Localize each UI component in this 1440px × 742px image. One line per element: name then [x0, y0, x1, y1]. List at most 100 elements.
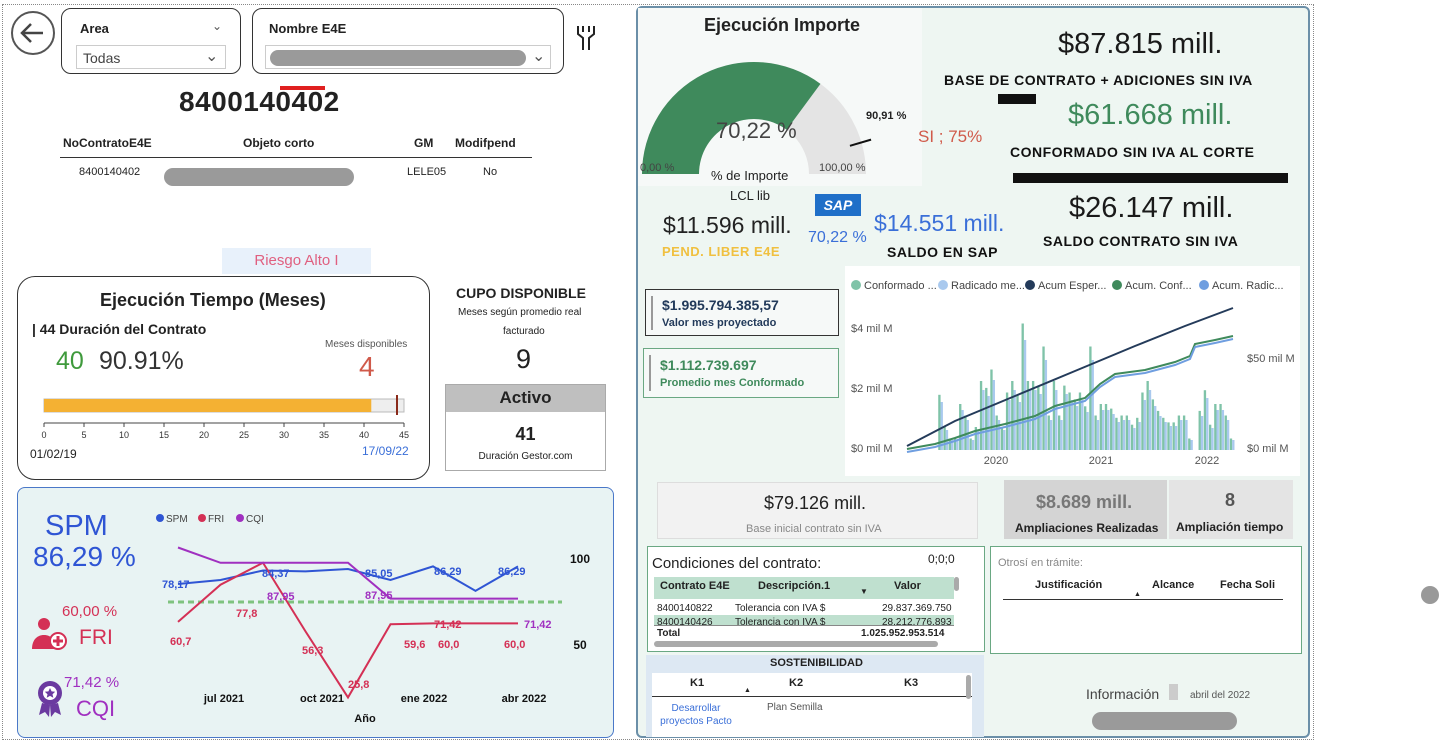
otrosi-col-1: Alcance	[1152, 579, 1195, 591]
ampliacion-tiempo: 8	[1225, 490, 1236, 510]
gauge-min: 0,00 %	[640, 162, 675, 174]
bar-conformado	[1219, 404, 1222, 450]
bar-conformado	[979, 381, 983, 450]
scale-tick-label: 30	[279, 430, 289, 440]
area-dropdown[interactable]: Todas ⌄	[76, 45, 226, 69]
cond-row0-c2: 29.837.369.750	[882, 603, 952, 614]
legend-label: Conformado ...	[864, 280, 937, 292]
nombre-filter[interactable]: Nombre E4E ⌄	[252, 8, 564, 74]
cupo-value: 9	[516, 344, 532, 374]
bar-radicado	[1023, 340, 1027, 450]
red-underline	[280, 86, 325, 90]
data-label: 85,05	[365, 568, 393, 580]
bar-conformado	[1151, 399, 1155, 450]
redacted-objeto	[164, 168, 354, 186]
sort-icon[interactable]: ▲	[744, 687, 751, 694]
bar-conformado	[1094, 415, 1097, 450]
conformado: $61.668 mill.	[1068, 99, 1233, 131]
bar-conformado	[1188, 438, 1191, 450]
bar-conformado	[1182, 415, 1186, 450]
sost-title: SOSTENIBILIDAD	[770, 657, 863, 669]
bar-radicado	[1018, 402, 1022, 450]
bar-conformado	[1063, 385, 1066, 450]
bar-radicado	[1169, 426, 1173, 450]
scale-tick-label: 20	[199, 430, 209, 440]
bar-radicado	[1122, 420, 1126, 450]
gauge-target: 90,91 %	[866, 110, 907, 122]
bar-radicado	[1091, 360, 1094, 450]
bar-radicado	[971, 440, 975, 450]
bar-conformado	[1120, 415, 1123, 450]
otrosi-col-2: Fecha Soli	[1220, 579, 1276, 591]
sort-icon[interactable]: ▲	[1134, 591, 1141, 598]
ampliaciones-label: Ampliaciones Realizadas	[1015, 521, 1159, 535]
legend-label: Radicado me...	[951, 280, 1025, 292]
back-button[interactable]	[11, 11, 55, 55]
valor-mes: $1.995.794.385,57	[662, 297, 779, 313]
x-tick-label: oct 2021	[300, 693, 344, 705]
bar-conformado	[1104, 404, 1108, 450]
bar-conformado	[1136, 417, 1139, 450]
bar-conformado	[1229, 438, 1233, 450]
vertical-scrollbar[interactable]	[954, 577, 959, 591]
legend-dot	[1025, 280, 1035, 290]
bar-radicado	[1226, 420, 1230, 450]
accent-bar	[649, 355, 651, 391]
bar-radicado	[1039, 394, 1042, 450]
x-tick: 2021	[1089, 455, 1113, 467]
saldo-contrato-label: SALDO CONTRATO SIN IVA	[1043, 233, 1239, 249]
contract-number: 8400140402	[179, 86, 340, 117]
legend-dot	[1199, 280, 1209, 290]
scroll-dot[interactable]	[1421, 586, 1439, 604]
nombre-dropdown[interactable]: ⌄	[265, 45, 551, 69]
bar-radicado	[1206, 398, 1209, 450]
y-tick-label: 100	[570, 552, 590, 566]
bar-radicado	[1086, 412, 1089, 450]
area-filter[interactable]: Area ⌄ Todas ⌄	[61, 8, 241, 74]
y-left-tick: $0 mil M	[851, 443, 893, 455]
redacted-name	[270, 50, 526, 66]
legend-dot	[938, 280, 948, 290]
scale-tick-label: 35	[319, 430, 329, 440]
bar-conformado	[1021, 323, 1024, 450]
sap-pct: 70,22 %	[808, 229, 867, 246]
series-line-fri	[177, 561, 518, 700]
scale-tick-label: 0	[41, 430, 46, 440]
bar-conformado	[964, 415, 967, 450]
bar-conformado	[1005, 392, 1009, 450]
bar-radicado	[1211, 428, 1214, 450]
bar-radicado	[1148, 390, 1152, 450]
bar-radicado	[1044, 360, 1048, 450]
sost-col-2: K3	[904, 677, 919, 689]
bar-conformado	[1198, 410, 1201, 450]
activo-card: Activo 41 Duración Gestor.com	[445, 384, 606, 471]
fri-label: FRI	[79, 626, 113, 649]
bar-conformado	[1047, 415, 1050, 450]
data-label: 87,95	[267, 591, 295, 603]
arrow-left-icon	[20, 23, 43, 43]
y-left-tick: $2 mil M	[851, 383, 893, 395]
col-nocontrato: NoContratoE4E	[63, 136, 152, 150]
vertical-scrollbar[interactable]	[966, 675, 971, 699]
legend-label: Acum. Conf...	[1125, 280, 1192, 292]
sort-icon[interactable]: ▼	[860, 587, 868, 596]
series-line-cqi	[177, 546, 518, 600]
legend-label: Acum. Radic...	[1212, 280, 1284, 292]
condiciones-card: Condiciones del contrato: 0;0;0 Contrato…	[647, 546, 985, 652]
end-date: 17/09/22	[362, 444, 409, 458]
bar-conformado	[1011, 381, 1014, 450]
filter-icon[interactable]	[574, 22, 598, 57]
conformado-label: CONFORMADO SIN IVA AL CORTE	[1010, 144, 1255, 160]
cond-total-value: 1.025.952.953.514	[861, 628, 945, 639]
legend-label: Acum Esper...	[1038, 280, 1106, 292]
pend-liber: $11.596 mill.	[663, 212, 792, 238]
y-left-tick: $4 mil M	[851, 323, 893, 335]
horizontal-scrollbar[interactable]	[654, 641, 938, 647]
table-row-highlight: 8400140426 Tolerancia con IVA $ 28.212.7…	[654, 615, 954, 625]
data-label: 84,37	[262, 568, 290, 580]
importe-sub1: % de Importe	[711, 168, 789, 183]
data-label: 60,0	[438, 639, 459, 651]
info-marker	[1169, 684, 1178, 700]
indicators-chart: SPM FRI CQI 78,17 84,37 85,05 86,29 86,29 87,95 8…	[156, 514, 590, 725]
si-label: SI ; 75%	[918, 127, 983, 146]
